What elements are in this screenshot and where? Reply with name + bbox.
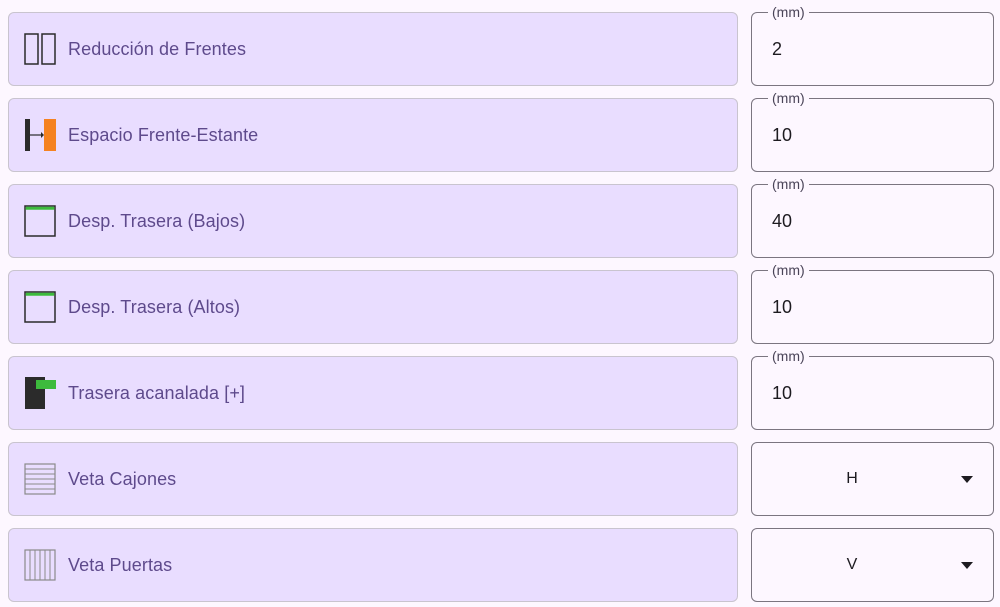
front-reduction-input[interactable]: 2 <box>772 13 782 85</box>
door-grain-select[interactable]: V <box>751 528 994 602</box>
dropdown-arrow-icon[interactable] <box>961 476 973 483</box>
double-panel-icon <box>23 32 57 66</box>
drawer-grain-label: Veta Cajones <box>68 468 177 489</box>
back-offset-upper-label: Desp. Trasera (Altos) <box>68 296 241 317</box>
back-offset-upper-input[interactable]: 10 <box>772 271 792 343</box>
front-reduction-field[interactable]: (mm) 2 <box>751 3 994 86</box>
door-grain-card[interactable]: Veta Puertas <box>8 528 738 602</box>
drawer-grain-card[interactable]: Veta Cajones <box>8 442 738 516</box>
dropdown-arrow-icon[interactable] <box>961 562 973 569</box>
back-offset-upper-field[interactable]: (mm) 10 <box>751 261 994 344</box>
vertical-grain-icon <box>23 548 57 582</box>
grooved-back-label: Trasera acanalada [+] <box>68 382 246 403</box>
setting-row-grooved-back: Trasera acanalada [+] (mm) 10 <box>0 347 1000 432</box>
front-shelf-gap-label: Espacio Frente-Estante <box>68 124 259 145</box>
back-offset-upper-icon <box>23 290 57 324</box>
back-offset-lower-card[interactable]: Desp. Trasera (Bajos) <box>8 184 738 258</box>
grooved-back-input[interactable]: 10 <box>772 357 792 429</box>
back-offset-lower-icon <box>23 204 57 238</box>
front-shelf-gap-field[interactable]: (mm) 10 <box>751 89 994 172</box>
grooved-back-icon <box>23 376 57 410</box>
front-shelf-gap-icon <box>23 118 57 152</box>
front-shelf-gap-input[interactable]: 10 <box>772 99 792 171</box>
back-offset-lower-input[interactable]: 40 <box>772 185 792 257</box>
setting-row-back-offset-lower: Desp. Trasera (Bajos) (mm) 40 <box>0 175 1000 260</box>
horizontal-grain-icon <box>23 462 57 496</box>
front-reduction-card[interactable]: Reducción de Frentes <box>8 12 738 86</box>
back-offset-lower-field[interactable]: (mm) 40 <box>751 175 994 258</box>
setting-row-door-grain: Veta Puertas V <box>0 528 1000 604</box>
front-shelf-gap-card[interactable]: Espacio Frente-Estante <box>8 98 738 172</box>
grooved-back-field[interactable]: (mm) 10 <box>751 347 994 430</box>
setting-row-front-shelf-gap: Espacio Frente-Estante (mm) 10 <box>0 89 1000 174</box>
grooved-back-card[interactable]: Trasera acanalada [+] <box>8 356 738 430</box>
back-offset-upper-card[interactable]: Desp. Trasera (Altos) <box>8 270 738 344</box>
front-reduction-label: Reducción de Frentes <box>68 38 247 59</box>
drawer-grain-value: H <box>846 470 858 487</box>
setting-row-back-offset-upper: Desp. Trasera (Altos) (mm) 10 <box>0 261 1000 346</box>
drawer-grain-select[interactable]: H <box>751 442 994 516</box>
door-grain-label: Veta Puertas <box>68 554 173 575</box>
back-offset-lower-label: Desp. Trasera (Bajos) <box>68 210 246 231</box>
door-grain-value: V <box>846 556 858 573</box>
setting-row-front-reduction: Reducción de Frentes (mm) 2 <box>0 3 1000 88</box>
setting-row-drawer-grain: Veta Cajones H <box>0 442 1000 518</box>
